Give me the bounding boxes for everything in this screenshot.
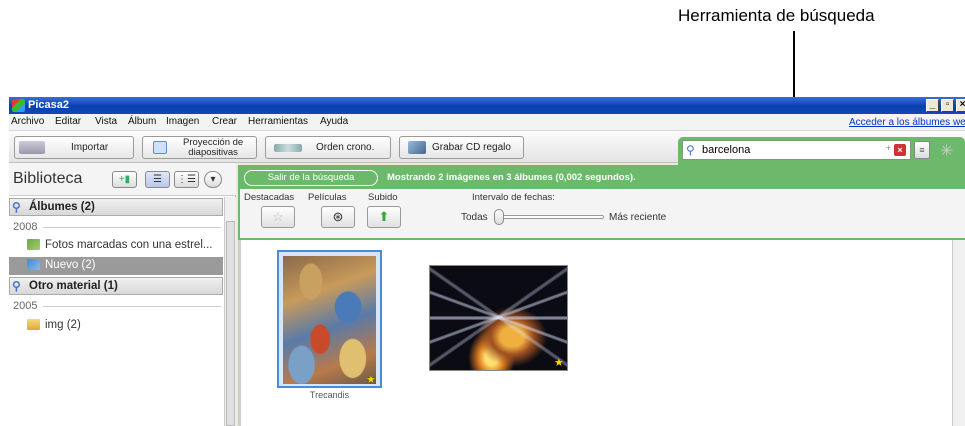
menu-album[interactable]: Álbum	[128, 116, 156, 127]
menu-crear[interactable]: Crear	[212, 116, 237, 127]
panel-splitter[interactable]	[238, 240, 241, 426]
library-scrollbar-thumb[interactable]	[226, 221, 235, 426]
photo-caption: Trecandis	[309, 390, 350, 400]
movies-filter-label: Películas	[308, 192, 347, 203]
other-search-icon: ⚲	[12, 279, 21, 293]
uploaded-filter-label: Subido	[368, 192, 398, 203]
search-options-button[interactable]: ≡	[914, 141, 930, 159]
date-range-label: Intervalo de fechas:	[472, 192, 555, 203]
filter-panel: Destacadas Películas Subido Intervalo de…	[240, 189, 965, 238]
timeline-label: Orden crono.	[316, 142, 375, 153]
other-section[interactable]: ⚲ Otro material (1)	[9, 277, 223, 295]
cd-icon	[408, 141, 426, 154]
search-status: Mostrando 2 imágenes en 3 álbumes (0,002…	[387, 172, 636, 183]
library-scrollbar[interactable]	[224, 197, 236, 426]
albums-search-icon: ⚲	[12, 200, 21, 214]
albums-section[interactable]: ⚲ Álbumes (2)	[9, 198, 223, 216]
year-divider	[43, 227, 221, 228]
library-panel: Biblioteca +▮ ☰ ⋮☰ ▾ ⚲ Álbumes (2) 2008 …	[9, 163, 236, 426]
gift-cd-button[interactable]: Grabar CD regalo	[399, 136, 524, 159]
menu-archivo[interactable]: Archivo	[11, 116, 44, 127]
starred-filter-label: Destacadas	[244, 192, 295, 203]
import-button[interactable]: Importar	[14, 136, 134, 159]
toolbar: Importar Proyección de diapositivas Orde…	[9, 131, 965, 165]
search-field[interactable]: ⚲ + ×	[682, 140, 911, 160]
library-header: Biblioteca +▮ ☰ ⋮☰ ▾	[9, 163, 236, 196]
library-menu-button[interactable]: ▾	[204, 171, 222, 188]
minimize-button[interactable]: _	[926, 99, 939, 112]
menu-editar[interactable]: Editar	[55, 116, 81, 127]
photo-grid-scrollbar[interactable]	[952, 240, 965, 426]
window-title: Picasa2	[28, 99, 69, 111]
album-nuevo-label: Nuevo (2)	[45, 259, 96, 271]
library-title: Biblioteca	[13, 170, 83, 187]
range-all-label: Todas	[461, 212, 488, 223]
menu-vista[interactable]: Vista	[95, 116, 117, 127]
search-results-bar: Salir de la búsqueda Mostrando 2 imágene…	[238, 165, 965, 240]
exit-search-button[interactable]: Salir de la búsqueda	[244, 170, 378, 186]
clear-search-button[interactable]: ×	[894, 144, 906, 156]
picasa-logo-icon	[12, 99, 25, 112]
menu-herramientas[interactable]: Herramientas	[248, 116, 308, 127]
folder-item-img[interactable]: img (2)	[9, 317, 223, 334]
starred-filter-button[interactable]: ☆	[261, 206, 295, 228]
year-2008-label: 2008	[13, 221, 38, 233]
menu-ayuda[interactable]: Ayuda	[320, 116, 348, 127]
slideshow-button[interactable]: Proyección de diapositivas	[142, 136, 257, 159]
albums-section-label: Álbumes (2)	[29, 201, 95, 213]
slider-thumb[interactable]	[494, 209, 504, 225]
year-divider-2005	[43, 306, 221, 307]
album-item-starred[interactable]: Fotos marcadas con una estrel...	[9, 237, 223, 254]
photo-grid: ★ Trecandis ★	[238, 240, 965, 426]
timeline-button[interactable]: Orden crono.	[265, 136, 391, 159]
photo-thumbnail[interactable]: ★	[429, 265, 568, 371]
search-input[interactable]	[702, 143, 862, 157]
photo-thumbnail[interactable]: ★	[277, 250, 382, 388]
date-range-slider[interactable]	[494, 209, 604, 225]
star-icon: ★	[554, 357, 564, 369]
other-section-label: Otro material (1)	[29, 280, 118, 292]
album-starred-label: Fotos marcadas con una estrel...	[45, 239, 213, 251]
album-item-nuevo[interactable]: Nuevo (2)	[9, 257, 223, 275]
maximize-button[interactable]: ▫	[941, 99, 954, 112]
folder-img-label: img (2)	[45, 319, 81, 331]
web-albums-link[interactable]: Acceder a los álbumes we	[849, 117, 965, 128]
slideshow-label-line2: diapositivas	[188, 147, 238, 158]
starred-album-icon	[27, 239, 40, 250]
movies-filter-button[interactable]: ⊛	[321, 206, 355, 228]
tree-view-button[interactable]: ⋮☰	[174, 171, 199, 188]
import-label: Importar	[71, 142, 109, 153]
album-icon	[27, 259, 40, 270]
year-2005-label: 2005	[13, 300, 38, 312]
search-history-icon[interactable]: +	[886, 143, 891, 153]
close-button[interactable]: ×	[956, 99, 965, 112]
menu-bar: Archivo Editar Vista Álbum Imagen Crear …	[9, 114, 965, 131]
slideshow-icon	[153, 141, 167, 154]
slideshow-label: Proyección de diapositivas	[183, 138, 243, 158]
search-icon: ⚲	[686, 143, 695, 157]
timeline-icon	[274, 144, 302, 152]
import-icon	[19, 141, 45, 154]
photo-trencadis-image	[283, 256, 376, 384]
picasa-window: Picasa2 _ ▫ × Archivo Editar Vista Álbum…	[9, 97, 965, 426]
menu-imagen[interactable]: Imagen	[166, 116, 199, 127]
spinner-icon: ✳	[940, 143, 954, 160]
search-tool: ⚲ + × ≡ ✳	[678, 137, 965, 165]
folder-icon	[27, 319, 40, 330]
new-album-button[interactable]: +▮	[112, 171, 137, 188]
callout-label: Herramienta de búsqueda	[678, 6, 875, 25]
photo-fountain-image	[430, 266, 567, 370]
gift-cd-label: Grabar CD regalo	[432, 142, 511, 153]
uploaded-filter-button[interactable]: ⬆	[367, 206, 401, 228]
star-icon: ★	[366, 374, 376, 386]
slider-track	[494, 215, 604, 219]
range-recent-label: Más reciente	[609, 212, 667, 223]
list-view-button[interactable]: ☰	[145, 171, 170, 188]
title-bar: Picasa2 _ ▫ ×	[9, 97, 965, 114]
